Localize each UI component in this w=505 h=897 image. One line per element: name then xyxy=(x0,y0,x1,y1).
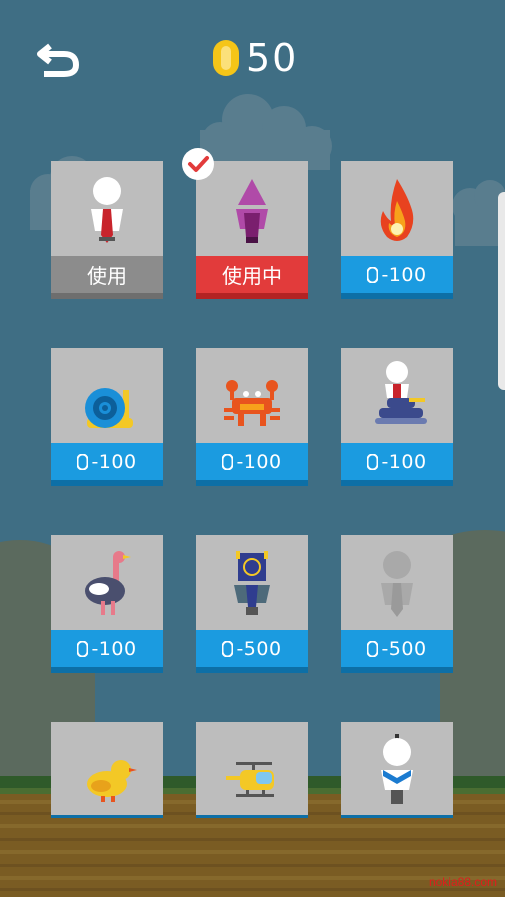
coin-icon xyxy=(77,453,89,470)
card-strip xyxy=(196,293,308,299)
buy-button[interactable]: -100 xyxy=(341,443,453,480)
buy-button[interactable]: -500 xyxy=(341,630,453,667)
check-icon xyxy=(182,148,214,180)
card-strip xyxy=(341,293,453,299)
coin-icon xyxy=(367,640,379,657)
ghost-stickman-icon xyxy=(381,551,413,617)
coin-icon xyxy=(367,453,379,470)
character-card-duck[interactable] xyxy=(51,722,163,818)
buy-button[interactable]: -100 xyxy=(51,630,163,667)
price-label: -100 xyxy=(91,637,137,660)
top-bar: 50 xyxy=(0,0,505,110)
character-card-wizard[interactable]: 使用中 xyxy=(196,161,308,299)
coin-icon xyxy=(213,40,239,76)
card-strip xyxy=(196,667,308,673)
crab-icon xyxy=(224,380,280,426)
coin-icon xyxy=(222,453,234,470)
duck-icon xyxy=(87,760,137,802)
coin-icon xyxy=(77,640,89,657)
character-card-crab[interactable]: -100 xyxy=(196,348,308,486)
character-card-snail[interactable]: -100 xyxy=(51,348,163,486)
watermark: nokia88.com xyxy=(428,875,497,889)
card-strip xyxy=(51,815,163,818)
price-label: -500 xyxy=(236,637,282,660)
card-strip xyxy=(341,667,453,673)
card-strip xyxy=(341,815,453,818)
use-button[interactable]: 使用 xyxy=(51,256,163,293)
back-button[interactable] xyxy=(36,36,84,80)
card-strip xyxy=(51,667,163,673)
ostrich-icon xyxy=(85,551,131,615)
coin-icon xyxy=(367,266,379,283)
coin-count: 50 xyxy=(246,36,299,80)
coin-icon xyxy=(222,640,234,657)
card-strip xyxy=(196,815,308,818)
price-label: -500 xyxy=(381,637,427,660)
card-strip xyxy=(51,293,163,299)
price-label: -100 xyxy=(381,450,427,473)
use-label: 使用 xyxy=(87,264,127,288)
buy-button[interactable]: -100 xyxy=(341,256,453,293)
snail-icon xyxy=(85,388,133,428)
helicopter-icon xyxy=(226,762,274,797)
stickman-white-red-tie-icon xyxy=(91,177,123,243)
fire-icon xyxy=(380,179,414,241)
character-card-tank[interactable]: -100 xyxy=(341,348,453,486)
character-card-fire[interactable]: -100 xyxy=(341,161,453,299)
buy-button[interactable]: -100 xyxy=(51,443,163,480)
back-arrow-icon xyxy=(37,43,80,77)
card-strip xyxy=(51,480,163,486)
box-head-robot-icon xyxy=(234,551,270,615)
buy-button[interactable]: -100 xyxy=(196,443,308,480)
coin-counter: 50 xyxy=(212,36,298,80)
character-card-stickman-blue[interactable] xyxy=(341,722,453,818)
price-label: -100 xyxy=(236,450,282,473)
in-use-label: 使用中 xyxy=(222,264,282,288)
side-panel-edge xyxy=(498,192,505,390)
card-strip xyxy=(341,480,453,486)
character-card-ostrich[interactable]: -100 xyxy=(51,535,163,673)
character-card-helicopter[interactable] xyxy=(196,722,308,818)
character-card-robot[interactable]: -500 xyxy=(196,535,308,673)
tank-rider-icon xyxy=(375,361,427,424)
stickman-blue-scarf-icon xyxy=(381,734,413,804)
price-label: -100 xyxy=(91,450,137,473)
buy-button[interactable]: -500 xyxy=(196,630,308,667)
price-label: -100 xyxy=(381,263,427,286)
card-strip xyxy=(196,480,308,486)
in-use-button[interactable]: 使用中 xyxy=(196,256,308,293)
character-card-stickman[interactable]: 使用 xyxy=(51,161,163,299)
character-card-ghost[interactable]: -500 xyxy=(341,535,453,673)
